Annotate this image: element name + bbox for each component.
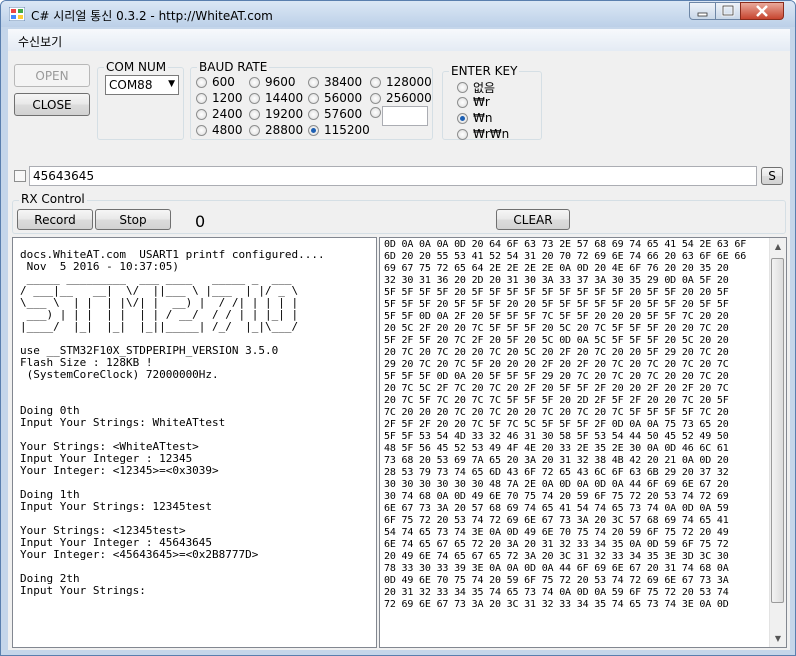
enter-key-option[interactable]: 없음 xyxy=(457,79,495,96)
minimize-icon xyxy=(697,12,708,17)
send-text-input[interactable]: 45643645 xyxy=(29,166,757,186)
baud-option-label: 56000 xyxy=(324,91,363,105)
com-port-value: COM88 xyxy=(109,78,153,92)
enter-key-title: ENTER KEY xyxy=(449,64,520,78)
baud-option-label: 1200 xyxy=(212,91,243,105)
baud-option-label: 115200 xyxy=(324,123,370,137)
radio-dot-icon xyxy=(308,92,319,104)
radio-dot-icon xyxy=(308,108,319,120)
radio-dot-icon xyxy=(196,76,207,88)
scroll-up-icon[interactable]: ▲ xyxy=(770,238,786,255)
baud-option[interactable]: 600 xyxy=(196,75,235,89)
menu-item-receive-view[interactable]: 수신보기 xyxy=(18,33,62,50)
hex-text-area[interactable]: 0D 0A 0A 0A 0D 20 64 6F 63 73 2E 57 68 6… xyxy=(379,237,787,648)
baud-option[interactable]: 28800 xyxy=(249,123,303,137)
app-icon xyxy=(8,6,26,22)
minimize-button[interactable] xyxy=(689,2,716,20)
enter-key-option[interactable]: ₩r₩n xyxy=(457,127,509,141)
maximize-button[interactable] xyxy=(715,2,741,20)
console-text-area[interactable]: docs.WhiteAT.com USART1 printf configure… xyxy=(12,237,377,648)
close-window-button[interactable] xyxy=(740,2,784,20)
enter-key-option[interactable]: ₩n xyxy=(457,111,492,125)
radio-dot-icon xyxy=(196,108,207,120)
baud-option-label: 2400 xyxy=(212,107,243,121)
baud-option[interactable]: 19200 xyxy=(249,107,303,121)
baud-option-label: 19200 xyxy=(265,107,304,121)
menu-bar: 수신보기 xyxy=(8,29,790,51)
radio-dot-icon xyxy=(370,107,381,118)
radio-dot-icon xyxy=(249,92,260,104)
close-button[interactable]: CLOSE xyxy=(14,93,90,116)
scroll-down-icon[interactable]: ▼ xyxy=(770,630,786,647)
client-area: 수신보기 OPEN CLOSE COM NUM COM88 ▼ BAUD RAT… xyxy=(8,29,790,650)
baud-option[interactable]: 56000 xyxy=(308,91,362,105)
radio-dot-icon xyxy=(308,76,319,88)
title-bar[interactable]: C# 시리얼 통신 0.3.2 - http://WhiteAT.com xyxy=(1,1,795,27)
enter-key-label: 없음 xyxy=(473,81,496,95)
baud-option-label: 28800 xyxy=(265,123,304,137)
radio-dot-icon xyxy=(249,108,260,120)
radio-dot-icon xyxy=(249,124,260,136)
stop-button[interactable]: Stop xyxy=(95,209,171,230)
close-icon xyxy=(756,5,768,17)
open-button[interactable]: OPEN xyxy=(14,64,90,87)
baud-option-label: 4800 xyxy=(212,123,243,137)
enter-key-label: ₩r₩n xyxy=(473,127,510,141)
baud-option[interactable]: 256000 xyxy=(370,91,432,105)
send-checkbox[interactable] xyxy=(14,170,26,182)
baud-rate-title: BAUD RATE xyxy=(197,60,270,74)
com-num-title: COM NUM xyxy=(104,60,169,74)
baud-option-label: 128000 xyxy=(386,75,432,89)
rx-control-title: RX Control xyxy=(19,192,87,206)
send-button[interactable]: S xyxy=(761,167,783,185)
radio-dot-icon xyxy=(457,82,468,93)
window-title: C# 시리얼 통신 0.3.2 - http://WhiteAT.com xyxy=(31,9,273,23)
record-button[interactable]: Record xyxy=(17,209,93,230)
app-window: C# 시리얼 통신 0.3.2 - http://WhiteAT.com 수신보… xyxy=(0,0,796,656)
send-text-value: 45643645 xyxy=(33,169,95,183)
baud-option-label: 9600 xyxy=(265,75,296,89)
baud-option[interactable]: 115200 xyxy=(308,123,370,137)
radio-dot-icon xyxy=(457,112,468,124)
custom-baud-input[interactable] xyxy=(382,106,428,126)
radio-dot-icon xyxy=(196,124,207,136)
radio-dot-icon xyxy=(457,96,468,108)
hex-text: 0D 0A 0A 0A 0D 20 64 6F 63 73 2E 57 68 6… xyxy=(384,239,747,610)
baud-option[interactable]: 2400 xyxy=(196,107,243,121)
radio-dot-icon xyxy=(457,128,468,140)
baud-option[interactable]: 38400 xyxy=(308,75,362,89)
baud-option[interactable]: 14400 xyxy=(249,91,303,105)
enter-key-label: ₩n xyxy=(473,111,493,125)
radio-dot-icon xyxy=(370,76,381,88)
clear-button[interactable]: CLEAR xyxy=(496,209,570,230)
radio-dot-icon xyxy=(308,124,319,136)
radio-dot-icon xyxy=(249,76,260,88)
baud-option[interactable]: 57600 xyxy=(308,107,362,121)
baud-option-label: 14400 xyxy=(265,91,304,105)
com-port-select[interactable]: COM88 ▼ xyxy=(105,75,179,95)
hex-scrollbar[interactable]: ▲ ▼ xyxy=(769,238,786,647)
enter-key-option[interactable]: ₩r xyxy=(457,95,490,109)
baud-option[interactable]: 1200 xyxy=(196,91,243,105)
chevron-down-icon: ▼ xyxy=(168,79,175,89)
rx-byte-count: 0 xyxy=(195,212,206,231)
radio-dot-icon xyxy=(370,92,381,104)
baud-option-label: 256000 xyxy=(386,91,432,105)
baud-option-label: 57600 xyxy=(324,107,363,121)
scrollbar-thumb[interactable] xyxy=(771,258,784,603)
baud-option[interactable]: 128000 xyxy=(370,75,432,89)
radio-dot-icon xyxy=(196,92,207,104)
baud-option-label: 600 xyxy=(212,75,235,89)
baud-option[interactable]: 4800 xyxy=(196,123,243,137)
baud-option-label: 38400 xyxy=(324,75,363,89)
enter-key-label: ₩r xyxy=(473,95,490,109)
console-text: docs.WhiteAT.com USART1 printf configure… xyxy=(20,248,325,597)
baud-option[interactable]: 9600 xyxy=(249,75,296,89)
maximize-icon xyxy=(721,4,735,17)
